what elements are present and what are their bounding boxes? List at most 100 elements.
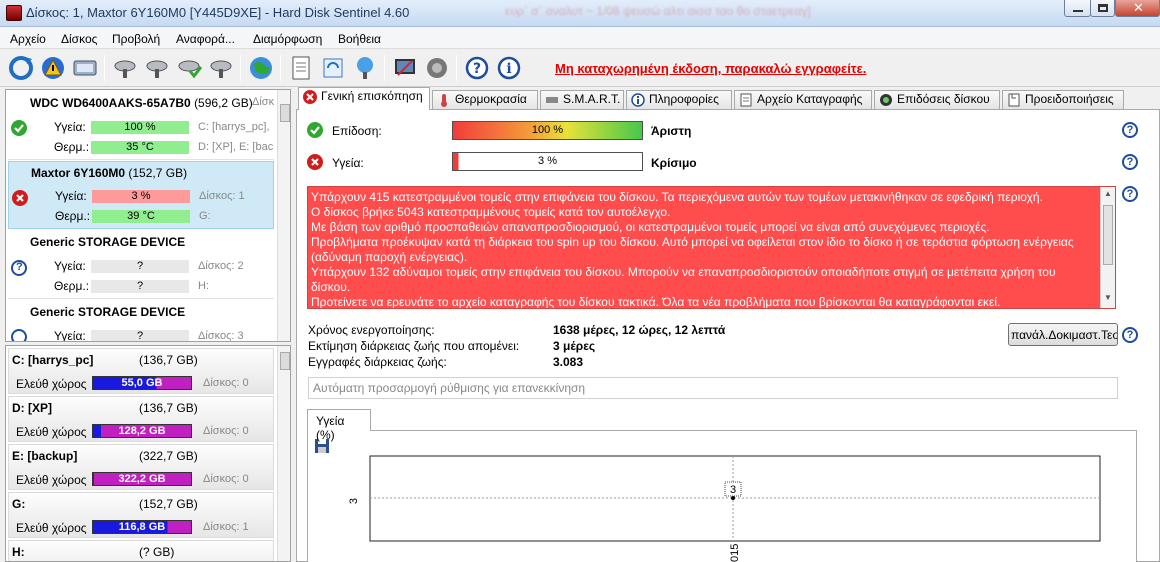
auto-adjust-field[interactable]: Αυτόματη προσαρμογή ρύθμισης για επανεκκ… xyxy=(308,377,1118,399)
sound-icon[interactable] xyxy=(424,55,450,81)
tab-log[interactable]: Αρχείο Καταγραφής xyxy=(734,90,872,109)
partition-list-scrollbar[interactable] xyxy=(277,346,290,561)
health-gauge: 3 % xyxy=(452,152,643,171)
partition-name: E: [backup] xyxy=(12,449,78,463)
disk-number: Δίσκος: 1 xyxy=(199,190,245,202)
partition-item[interactable]: C: [harrys_pc] (136,7 GB) Ελεύθ χώρος 55… xyxy=(8,348,274,394)
health-label: Υγεία: xyxy=(54,259,86,273)
disk-item[interactable]: Generic STORAGE DEVICE ? Υγεία: ? Δίσκος… xyxy=(8,231,274,299)
partition-item[interactable]: D: [XP] (136,7 GB) Ελεύθ χώρος 128,2 GB … xyxy=(8,396,274,442)
settings-icon[interactable] xyxy=(392,55,418,81)
partition-item[interactable]: E: [backup] (322,7 GB) Ελεύθ χώρος 322,2… xyxy=(8,444,274,490)
toolbar-separator xyxy=(104,55,105,81)
free-space-bar: 55,0 GB xyxy=(92,376,192,390)
disk-name: Maxtor 6Y160M0 (152,7 GB) xyxy=(31,166,188,180)
health-label: Υγεία: xyxy=(54,120,86,134)
performance-label: Επίδοση: xyxy=(332,124,382,138)
partition-item[interactable]: H: (? GB) xyxy=(8,540,274,561)
temperature-label: Θερμ.: xyxy=(55,209,91,223)
alert-icon[interactable] xyxy=(40,55,66,81)
unregistered-notice-link[interactable]: Μη καταχωρημένη έκδοση, παρακαλώ εγγραφε… xyxy=(555,61,866,76)
partition-disk: Δίσκος: 0 xyxy=(203,425,249,437)
disk-item[interactable]: WDC WD6400AAKS-65A7B0 (596,2 GB) Δίσκ Υγ… xyxy=(8,92,274,160)
tab-alerts[interactable]: Προειδοποιήσεις xyxy=(1002,90,1124,109)
menu-view[interactable]: Προβολή xyxy=(112,32,160,46)
menu-help[interactable]: Βοήθεια xyxy=(338,32,381,46)
menu-disk[interactable]: Δίσκος xyxy=(61,32,97,46)
disk-partitions: C: [harrys_pc], xyxy=(198,121,270,133)
tab-overview[interactable]: Γενική επισκόπηση xyxy=(298,87,430,110)
health-bar: 100 % xyxy=(91,121,189,134)
tab-information[interactable]: Πληροφορίες xyxy=(626,90,732,109)
tab-smart[interactable]: S.M.A.R.T. xyxy=(540,90,624,109)
svg-text:i: i xyxy=(506,61,511,77)
log-icon xyxy=(740,93,752,107)
partition-name: H: xyxy=(12,545,25,559)
free-space-label: Ελεύθ χώρος xyxy=(16,425,87,439)
disk-ok-icon[interactable] xyxy=(176,55,202,81)
blurred-header-text: ευρ΄ σ΄ αναλυτ ~ 1/08 ψευσώ αλτι αισσ τα… xyxy=(505,4,811,18)
menu-file[interactable]: Αρχείο xyxy=(10,32,46,46)
sync-report-icon[interactable] xyxy=(320,55,346,81)
toolbar-separator xyxy=(280,55,281,81)
temperature-bar: ? xyxy=(91,280,189,293)
report-icon[interactable] xyxy=(288,55,314,81)
svg-text:?: ? xyxy=(473,61,481,77)
temperature-bar: 39 °C xyxy=(92,210,190,223)
drive-info-icon[interactable] xyxy=(72,55,98,81)
tab-temperature[interactable]: Θερμοκρασία xyxy=(432,90,538,109)
performance-rating: Άριστη xyxy=(651,124,692,138)
refresh-icon[interactable] xyxy=(8,55,34,81)
chart-tab-health[interactable]: Υγεία (%) xyxy=(307,409,371,442)
message-line: Υπάρχουν 132 αδύναμοι τομείς στην επιφάν… xyxy=(311,265,1056,279)
disk-partitions: G: xyxy=(199,210,211,222)
maximize-button[interactable] xyxy=(1090,0,1115,17)
performance-gauge: 100 % xyxy=(452,121,643,140)
info-icon xyxy=(631,93,645,107)
help-icon[interactable]: ? xyxy=(1122,154,1138,170)
partition-item[interactable]: G: (152,7 GB) Ελεύθ χώρος 116,8 GB Δίσκο… xyxy=(8,492,274,538)
globe-icon[interactable] xyxy=(248,55,274,81)
message-line: (αδύναμη παροχή ενέργειας). xyxy=(311,250,468,264)
disk-tool-icon[interactable] xyxy=(208,55,234,81)
partition-size: (? GB) xyxy=(139,545,175,559)
health-error-icon xyxy=(307,154,323,170)
help-icon[interactable]: ? xyxy=(1122,186,1138,202)
disk-check-icon[interactable] xyxy=(144,55,170,81)
minimize-button[interactable] xyxy=(1064,0,1091,17)
partition-size: (136,7 GB) xyxy=(139,353,198,367)
remaining-life-value: 3 μέρες xyxy=(553,339,596,353)
free-space-bar: 128,2 GB xyxy=(92,424,192,438)
menu-report[interactable]: Αναφορά... xyxy=(176,32,235,46)
health-bar: 3 % xyxy=(92,190,190,203)
menu-configuration[interactable]: Διαμόρφωση xyxy=(253,32,322,46)
toolbar-separator xyxy=(384,55,385,81)
disk-test-icon[interactable] xyxy=(112,55,138,81)
lifetime-records-value: 3.083 xyxy=(553,355,584,369)
partition-list-panel: C: [harrys_pc] (136,7 GB) Ελεύθ χώρος 55… xyxy=(5,345,291,562)
tab-performance[interactable]: Επιδόσεις δίσκου xyxy=(874,90,1000,109)
partition-name: D: [XP] xyxy=(12,401,52,415)
test-button[interactable]: πανάλ.Δοκιμαστ.Τεστ xyxy=(1008,323,1118,346)
help-icon[interactable]: ? xyxy=(1122,327,1138,343)
free-space-label: Ελεύθ χώρος xyxy=(16,521,87,535)
close-button[interactable]: ✕ xyxy=(1115,0,1160,17)
app-icon xyxy=(6,5,22,21)
disk-item-selected[interactable]: Maxtor 6Y160M0 (152,7 GB) Υγεία: 3 % Δίσ… xyxy=(8,161,274,229)
status-unknown-icon: ? xyxy=(11,260,27,276)
performance-icon xyxy=(880,94,892,106)
toolbar-separator xyxy=(240,55,241,81)
partition-size: (152,7 GB) xyxy=(139,497,198,511)
health-chart-area: 3 3 015 xyxy=(307,430,1137,562)
disk-list-scrollbar[interactable] xyxy=(277,90,290,341)
network-icon[interactable] xyxy=(352,55,378,81)
messages-scrollbar[interactable]: ▲ ▼ xyxy=(1100,187,1115,308)
disk-item[interactable]: Generic STORAGE DEVICE Υγεία: ? Δίσκος: … xyxy=(8,301,274,341)
message-line: Με βάση των αριθμό προσπαθειών απαναπροσ… xyxy=(311,220,990,234)
remaining-life-label: Εκτίμηση διάρκειας ζωής που απομένει: xyxy=(308,339,520,353)
power-on-label: Χρόνος ενεργοποίησης: xyxy=(308,323,435,337)
disk-side-title: Δίσκ xyxy=(252,96,275,108)
about-icon[interactable]: i xyxy=(496,55,522,81)
help-icon[interactable]: ? xyxy=(464,55,490,81)
help-icon[interactable]: ? xyxy=(1122,122,1138,138)
